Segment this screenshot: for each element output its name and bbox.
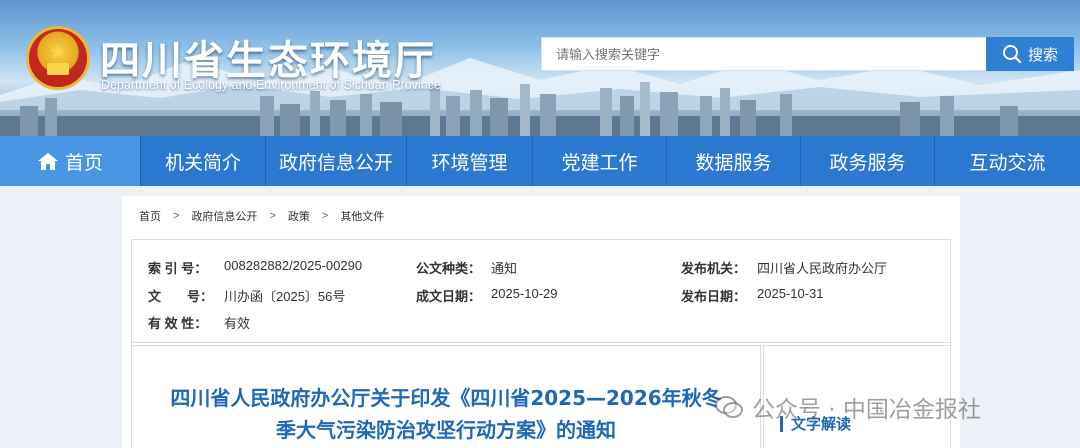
document-title-line1: 四川省人民政府办公厅关于印发《四川省2025—2026年秋冬 xyxy=(170,386,722,410)
breadcrumb-separator: > xyxy=(173,210,180,222)
nav-item-label: 政府信息公开 xyxy=(278,151,393,174)
doc-number-row: 文 号： xyxy=(148,286,213,305)
index-number-label: 索 引 号： xyxy=(148,261,208,276)
issuer-row: 发布机关： xyxy=(681,258,746,277)
header-banner: ★ 四川省生态环境厅 Department of Ecology and Env… xyxy=(0,0,1080,136)
search-button[interactable]: 搜索 xyxy=(986,37,1074,71)
breadcrumb-link-other-docs[interactable]: 其他文件 xyxy=(340,208,384,224)
doc-number-label: 文 号： xyxy=(148,289,214,304)
search-button-label: 搜索 xyxy=(1027,45,1058,64)
home-icon xyxy=(37,153,58,170)
search-icon xyxy=(1002,45,1022,64)
published-date-label: 发布日期： xyxy=(681,289,747,304)
doc-category-label: 公文种类： xyxy=(416,261,482,276)
nav-item-about[interactable]: 机关简介 xyxy=(141,136,265,186)
site-subtitle: Department of Ecology and Environment of… xyxy=(101,78,441,92)
national-emblem-icon: ★ xyxy=(26,26,90,90)
nav-item-env-mgmt[interactable]: 环境管理 xyxy=(407,136,532,186)
nav-item-label: 数据服务 xyxy=(695,151,772,174)
issuer-value: 四川省人民政府办公厅 xyxy=(757,261,888,276)
nav-item-gov-info[interactable]: 政府信息公开 xyxy=(266,136,406,186)
nav-item-label: 环境管理 xyxy=(431,151,508,174)
watermark-text: 公众号 · 中国冶金报社 xyxy=(752,397,981,423)
index-number-value: 008282882/2025-00290 xyxy=(224,258,363,273)
main-nav: 首页 机关简介 政府信息公开 环境管理 党建工作 数据服务 政务服务 互动交流 xyxy=(0,136,1080,186)
breadcrumb-link-gov-info[interactable]: 政府信息公开 xyxy=(191,208,257,224)
validity-label: 有 效 性： xyxy=(148,316,208,331)
wechat-icon xyxy=(715,396,743,418)
watermark: 公众号 · 中国冶金报社 xyxy=(714,390,981,424)
validity-value: 有效 xyxy=(224,316,251,331)
breadcrumb-separator: > xyxy=(321,210,329,222)
created-date-label: 成文日期： xyxy=(416,289,482,304)
nav-item-services[interactable]: 政务服务 xyxy=(801,136,934,186)
doc-category-row: 公文种类： xyxy=(416,258,481,277)
breadcrumb-separator: > xyxy=(269,210,276,222)
index-number-row: 索 引 号： xyxy=(148,258,207,277)
nav-item-home[interactable]: 首页 xyxy=(0,136,140,186)
nav-item-label: 首页 xyxy=(64,151,103,174)
document-title-line2: 季大气污染防治攻坚行动方案》的通知 xyxy=(276,418,616,442)
doc-category-value: 通知 xyxy=(491,261,518,276)
nav-item-interact[interactable]: 互动交流 xyxy=(935,136,1080,186)
published-date-row: 发布日期： xyxy=(681,286,746,305)
nav-item-label: 政务服务 xyxy=(829,151,906,174)
created-date-value: 2025-10-29 xyxy=(491,286,558,301)
nav-item-data[interactable]: 数据服务 xyxy=(667,136,800,186)
nav-item-party[interactable]: 党建工作 xyxy=(533,136,666,186)
published-date-value: 2025-10-31 xyxy=(757,286,824,301)
doc-number-value: 川办函〔2025〕56号 xyxy=(224,289,346,304)
nav-item-label: 互动交流 xyxy=(969,151,1046,174)
nav-item-label: 机关简介 xyxy=(164,151,241,174)
issuer-label: 发布机关： xyxy=(681,261,747,276)
breadcrumb: 首页 > 政府信息公开 > 政策 > 其他文件 xyxy=(139,208,384,224)
nav-item-label: 党建工作 xyxy=(561,151,638,174)
created-date-row: 成文日期： xyxy=(416,286,481,305)
validity-row: 有 效 性： xyxy=(148,313,207,332)
breadcrumb-link-policy[interactable]: 政策 xyxy=(288,208,310,224)
search-input[interactable] xyxy=(541,37,987,71)
breadcrumb-link-home[interactable]: 首页 xyxy=(139,208,161,224)
document-title: 四川省人民政府办公厅关于印发《四川省2025—2026年秋冬 季大气污染防治攻坚… xyxy=(131,382,761,446)
